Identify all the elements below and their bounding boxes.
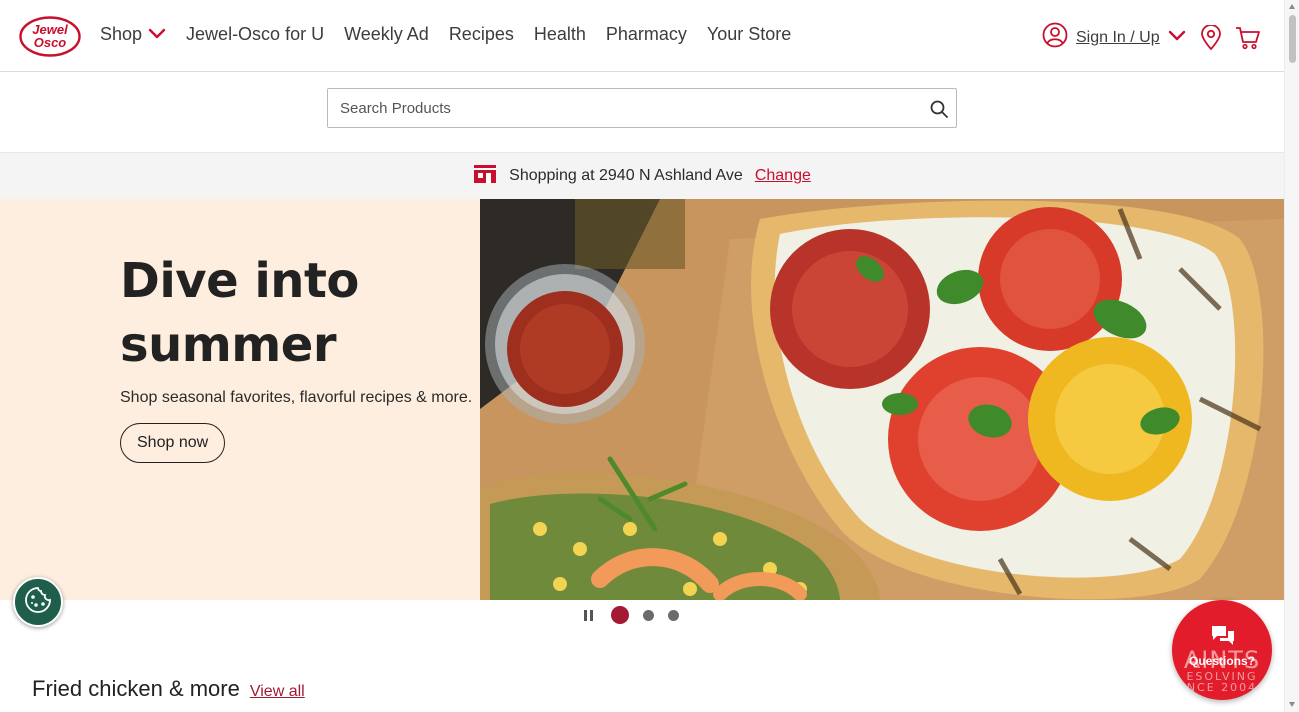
hero-banner: Dive into summer Shop seasonal favorites… xyxy=(0,199,1284,600)
cookie-icon xyxy=(23,585,53,620)
store-icon xyxy=(473,164,497,189)
nav-item-weekly-ad[interactable]: Weekly Ad xyxy=(344,24,429,45)
nav-item-jewel-osco-for-u[interactable]: Jewel-Osco for U xyxy=(186,24,324,45)
carousel-controls xyxy=(580,606,679,624)
hero-title: Dive into summer xyxy=(120,249,480,377)
carousel-dot-1[interactable] xyxy=(611,606,629,624)
nav-item-recipes[interactable]: Recipes xyxy=(449,24,514,45)
sign-in-button[interactable]: Sign In / Up xyxy=(1042,22,1186,53)
section-title: Fried chicken & more xyxy=(32,676,240,701)
scroll-up-arrow-icon[interactable] xyxy=(1289,4,1295,9)
main-nav: Shop Jewel-Osco for U Weekly Ad Recipes … xyxy=(100,24,791,45)
nav-item-label: Recipes xyxy=(448,24,514,44)
pause-icon[interactable] xyxy=(580,608,597,623)
cookie-settings-button[interactable] xyxy=(13,577,63,627)
scrollbar-thumb[interactable] xyxy=(1289,15,1296,63)
nav-item-shop[interactable]: Shop xyxy=(100,24,166,45)
nav-item-label: Shop xyxy=(100,24,143,44)
store-address: Shopping at 2940 N Ashland Ave xyxy=(509,167,743,184)
account-tools: Sign In / Up xyxy=(1042,22,1261,53)
view-all-link[interactable]: View all xyxy=(250,683,305,701)
carousel-dot-3[interactable] xyxy=(668,609,679,621)
chevron-down-icon xyxy=(148,24,166,45)
hero-title-line1: Dive into xyxy=(120,253,359,309)
search-box xyxy=(327,88,957,128)
nav-item-pharmacy[interactable]: Pharmacy xyxy=(606,24,687,45)
carousel-dot-2[interactable] xyxy=(643,609,654,621)
search-icon[interactable] xyxy=(930,100,948,123)
nav-item-label: Jewel-Osco for U xyxy=(186,24,325,44)
logo-text-line2: Osco xyxy=(34,35,67,50)
change-store-link[interactable]: Change xyxy=(755,167,811,185)
jewel-osco-logo[interactable]: Jewel Osco xyxy=(19,16,81,57)
sign-in-label: Sign In / Up xyxy=(1076,28,1160,46)
nav-item-label: Pharmacy xyxy=(605,24,687,44)
chevron-down-icon xyxy=(1168,29,1186,47)
nav-item-label: Health xyxy=(533,24,586,44)
nav-item-health[interactable]: Health xyxy=(534,24,586,45)
search-area xyxy=(0,72,1284,153)
chat-support-button[interactable]: AINTS Questions? ESOLVING NCE 2004 xyxy=(1172,600,1272,700)
shop-now-button[interactable]: Shop now xyxy=(120,423,226,463)
hero-subtitle: Shop seasonal favorites, flavorful recip… xyxy=(120,389,473,406)
nav-item-your-store[interactable]: Your Store xyxy=(707,24,791,45)
section-header: Fried chicken & more View all xyxy=(32,676,305,702)
user-circle-icon xyxy=(1042,22,1068,53)
location-pin-icon[interactable] xyxy=(1200,24,1222,51)
watermark-text: NCE 2004 xyxy=(1186,681,1258,694)
store-bar: Shopping at 2940 N Ashland Ave Change xyxy=(0,153,1284,199)
chat-label: Questions? xyxy=(1188,654,1255,668)
cart-icon[interactable] xyxy=(1235,26,1261,50)
site-header: Jewel Osco Shop Jewel-Osco for U Weekly … xyxy=(0,0,1284,72)
hero-title-line2: summer xyxy=(120,317,337,373)
hero-food-image[interactable] xyxy=(480,199,1284,600)
nav-item-label: Weekly Ad xyxy=(344,24,429,44)
nav-item-label: Your Store xyxy=(706,24,792,44)
search-input[interactable] xyxy=(340,89,920,127)
page-scrollbar[interactable] xyxy=(1284,0,1299,712)
scroll-down-arrow-icon[interactable] xyxy=(1289,702,1295,707)
hero-text: Dive into summer Shop seasonal favorites… xyxy=(120,249,480,463)
